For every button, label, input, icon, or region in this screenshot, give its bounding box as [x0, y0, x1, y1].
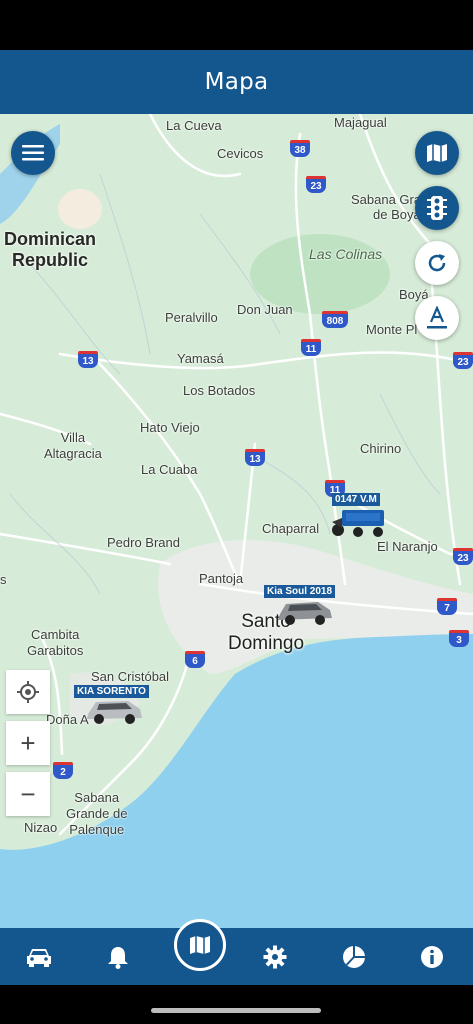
- highway-shield: 3: [449, 630, 469, 647]
- place-label: Doña A: [46, 712, 89, 727]
- place-label: Sabana Grande de Palenque: [66, 790, 128, 837]
- nav-info[interactable]: [415, 940, 449, 974]
- nav-settings[interactable]: [258, 940, 292, 974]
- nav-reports[interactable]: [337, 940, 371, 974]
- place-label: La Cuaba: [141, 462, 198, 477]
- app-header: Mapa: [0, 50, 473, 114]
- place-label: Los Botados: [183, 383, 256, 398]
- place-label: Cambita Garabitos: [27, 627, 84, 658]
- highway-shield: 13: [78, 351, 98, 368]
- highway-shield: 38: [290, 140, 310, 157]
- menu-icon: [22, 145, 44, 161]
- highway-shield: 11: [301, 339, 321, 356]
- highway-shield: 6: [185, 651, 205, 668]
- place-label: Hato Viejo: [140, 420, 200, 435]
- page-title: Mapa: [204, 69, 269, 95]
- place-label: Chaparral: [262, 521, 320, 536]
- gear-icon: [263, 945, 287, 969]
- pie-chart-icon: [343, 946, 365, 968]
- map-icon: [427, 144, 447, 162]
- country-label: Dominican Republic: [4, 229, 97, 270]
- suv-icon: [87, 701, 142, 724]
- place-label: Pedro Brand: [107, 535, 180, 550]
- zoom-out-button[interactable]: −: [6, 772, 50, 816]
- place-label: Nizao: [24, 820, 58, 835]
- place-label: Chirino: [360, 441, 402, 456]
- map-icon: [190, 936, 210, 954]
- refresh-button[interactable]: [415, 241, 459, 285]
- map-type-button[interactable]: [415, 131, 459, 175]
- place-label: Majagual: [334, 115, 387, 130]
- nav-vehicles[interactable]: [22, 940, 56, 974]
- place-label: Las Colinas: [309, 246, 383, 262]
- car-icon: [27, 949, 51, 967]
- status-bar: [0, 0, 473, 50]
- home-indicator[interactable]: [151, 1008, 321, 1013]
- car-icon: [278, 602, 332, 625]
- place-label: Yamasá: [177, 351, 224, 366]
- highway-shield: 23: [306, 176, 326, 193]
- refresh-icon: [428, 254, 446, 272]
- place-label: Don Juan: [237, 302, 293, 317]
- car-marker[interactable]: [84, 696, 144, 726]
- motorcycle-icon: [332, 510, 384, 537]
- text-format-icon: [427, 306, 447, 329]
- place-label: s: [0, 572, 7, 587]
- traffic-button[interactable]: [415, 186, 459, 230]
- bottom-navigation: [0, 928, 473, 985]
- place-label: Peralvillo: [165, 310, 218, 325]
- place-label: La Cueva: [166, 118, 222, 133]
- place-label: Pantoja: [199, 571, 244, 586]
- zoom-in-button[interactable]: +: [6, 721, 50, 765]
- place-label: Monte Pl: [366, 322, 418, 337]
- highway-shield: 808: [322, 311, 348, 328]
- nav-map[interactable]: [174, 919, 226, 971]
- car-marker[interactable]: [274, 596, 336, 626]
- place-label: Villa Altagracia: [44, 430, 102, 461]
- highway-shield: 13: [245, 449, 265, 466]
- place-label: San Cristóbal: [91, 669, 170, 684]
- labels-button[interactable]: [415, 296, 459, 340]
- motorcycle-marker[interactable]: [328, 506, 388, 538]
- place-label: Cevicos: [217, 146, 264, 161]
- highway-shield: 2: [53, 762, 73, 779]
- menu-button[interactable]: [11, 131, 55, 175]
- locate-button[interactable]: [6, 670, 50, 714]
- place-label: El Naranjo: [377, 539, 438, 554]
- map-view[interactable]: La Cueva Majagual Cevicos Sabana Grande …: [0, 114, 473, 928]
- highway-shield: 7: [437, 598, 457, 615]
- crosshair-icon: [17, 681, 39, 703]
- nav-curve: [0, 928, 473, 985]
- info-icon: [421, 946, 443, 968]
- system-navigation-bar: [0, 985, 473, 1024]
- traffic-light-icon: [427, 196, 447, 220]
- highway-shield: 23: [453, 352, 473, 369]
- bell-icon: [108, 947, 128, 969]
- nav-notifications[interactable]: [101, 940, 135, 974]
- highway-shield: 23: [453, 548, 473, 565]
- vehicle-label: 0147 V.M: [332, 493, 380, 506]
